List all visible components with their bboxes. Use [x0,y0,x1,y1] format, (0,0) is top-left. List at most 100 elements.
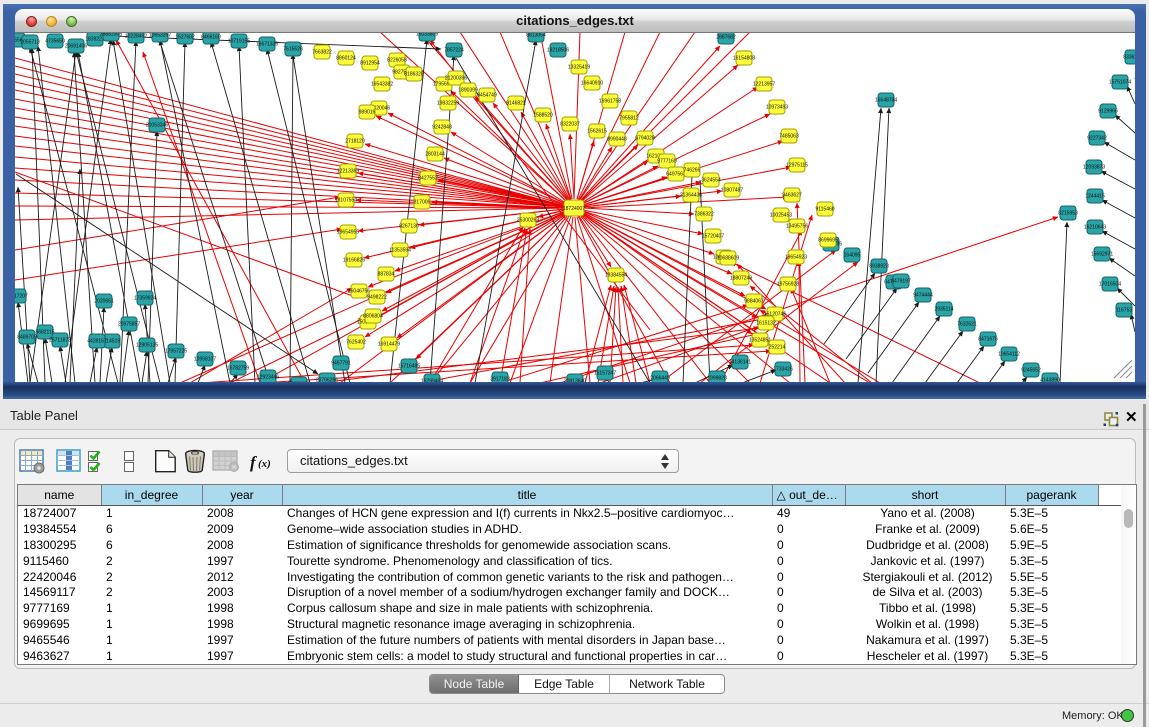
svg-text:8215953: 8215953 [1058,211,1078,217]
svg-text:8267130: 8267130 [399,224,419,230]
svg-text:18724007: 18724007 [563,206,585,212]
svg-text:10688609: 10688609 [717,256,739,262]
svg-text:19218506: 19218506 [547,48,569,54]
svg-text:20053346: 20053346 [146,123,168,129]
svg-text:13524851: 13524851 [749,338,771,344]
svg-text:8322037: 8322037 [560,122,580,128]
svg-text:7625402: 7625402 [346,340,366,346]
svg-text:1244415: 1244415 [1085,194,1105,200]
svg-text:7663822: 7663822 [312,50,332,56]
svg-text:12213957: 12213957 [753,82,775,88]
svg-text:2887682: 2887682 [716,35,736,41]
svg-text:6794028: 6794028 [635,136,655,142]
svg-text:15720407: 15720407 [702,234,724,240]
svg-text:10228452: 10228452 [125,34,147,40]
svg-text:16782759: 16782759 [227,366,249,372]
svg-text:7386322: 7386322 [694,212,714,218]
svg-text:9146821: 9146821 [506,101,526,107]
svg-text:8699695: 8699695 [818,238,838,244]
svg-text:4735650: 4735650 [45,39,65,45]
svg-text:10719155: 10719155 [228,39,250,45]
svg-text:8471676: 8471676 [978,337,998,343]
svg-text:8226058: 8226058 [387,58,407,64]
svg-text:9463627: 9463627 [782,193,802,199]
svg-text:1615132: 1615132 [756,321,776,327]
svg-text:12213369: 12213369 [337,169,359,175]
svg-text:10958107: 10958107 [194,357,216,363]
svg-text:25300263: 25300263 [517,218,539,224]
svg-text:17359924: 17359924 [134,296,156,302]
svg-text:8498222: 8498222 [367,295,387,301]
svg-text:2718120: 2718120 [345,139,365,145]
svg-text:10025453: 10025453 [770,213,792,219]
svg-text:16033809: 16033809 [416,33,438,38]
svg-text:12975115: 12975115 [786,163,808,169]
svg-text:9115460: 9115460 [815,207,834,213]
svg-text:164095: 164095 [844,253,861,259]
svg-text:1562615: 1562615 [587,129,607,135]
svg-text:9242848: 9242848 [432,125,452,131]
svg-text:9777169: 9777169 [657,159,677,165]
svg-text:8466160: 8466160 [201,35,221,41]
svg-text:21364436: 21364436 [680,193,702,199]
svg-text:8336273: 8336273 [1123,55,1135,61]
svg-text:7955812: 7955812 [619,116,639,122]
svg-text:7857224: 7857224 [444,48,464,54]
svg-text:19299464: 19299464 [421,379,443,383]
svg-text:8938923: 8938923 [869,264,889,270]
svg-text:25882305: 25882305 [100,33,122,38]
svg-text:13495756: 13495756 [786,224,808,230]
svg-text:9245652: 9245652 [1021,368,1041,374]
svg-text:9217207: 9217207 [15,294,28,300]
svg-text:19384554: 19384554 [605,273,627,279]
svg-text:23706266: 23706266 [316,378,338,383]
svg-text:3624554: 3624554 [701,178,721,184]
svg-text:12923446: 12923446 [257,375,279,381]
svg-text:15692971: 15692971 [1091,252,1113,258]
svg-text:11353594: 11353594 [389,248,411,254]
svg-text:12093873: 12093873 [1083,165,1105,171]
svg-text:2803144: 2803144 [425,152,445,158]
svg-text:15751074: 15751074 [1109,80,1131,86]
svg-text:10807487: 10807487 [721,188,743,194]
svg-text:16640910: 16640910 [581,81,603,87]
svg-text:8186328: 8186328 [404,72,424,78]
svg-text:(x): (x) [258,458,271,470]
svg-text:1890399: 1890399 [458,88,478,94]
svg-text:15157347: 15157347 [594,371,616,377]
svg-text:2066449: 2066449 [650,376,670,382]
svg-text:1999828: 1999828 [707,376,727,382]
svg-text:8806804: 8806804 [363,314,383,320]
svg-text:8912954: 8912954 [360,61,380,67]
svg-text:4439167: 4439167 [87,339,107,345]
svg-text:8990448: 8990448 [607,137,627,143]
svg-text:252214: 252214 [769,345,786,351]
svg-text:16961758: 16961758 [599,99,621,105]
svg-text:9474444: 9474444 [913,293,933,299]
svg-text:19654923: 19654923 [785,255,807,261]
svg-text:8860124: 8860124 [336,56,356,62]
svg-text:f: f [250,453,258,472]
svg-text:14136141: 14136141 [729,360,751,366]
svg-text:9457791: 9457791 [331,361,351,367]
svg-text:989016: 989016 [359,110,376,116]
svg-text:20975857: 20975857 [118,322,140,328]
svg-text:7485063: 7485063 [779,134,799,140]
svg-text:16154808: 16154808 [733,56,755,62]
svg-text:116753: 116753 [1116,308,1133,314]
svg-text:16914479: 16914479 [378,342,400,348]
svg-text:17016504: 17016504 [1099,282,1121,288]
svg-text:2020651: 2020651 [94,299,114,305]
svg-text:12905135: 12905135 [136,343,158,349]
svg-text:20691406: 20691406 [65,44,87,50]
svg-text:25711873: 25711873 [49,338,71,344]
svg-text:7632621: 7632621 [957,322,977,328]
svg-text:746266: 746266 [684,168,701,174]
svg-text:17957225: 17957225 [165,349,187,355]
svg-text:19654955: 19654955 [337,230,359,236]
svg-text:9227342: 9227342 [1087,136,1107,142]
svg-text:10973493: 10973493 [766,105,788,111]
svg-text:8489709: 8489709 [17,335,37,341]
svg-text:6479197: 6479197 [891,279,911,285]
svg-text:8813054: 8813054 [526,33,546,39]
